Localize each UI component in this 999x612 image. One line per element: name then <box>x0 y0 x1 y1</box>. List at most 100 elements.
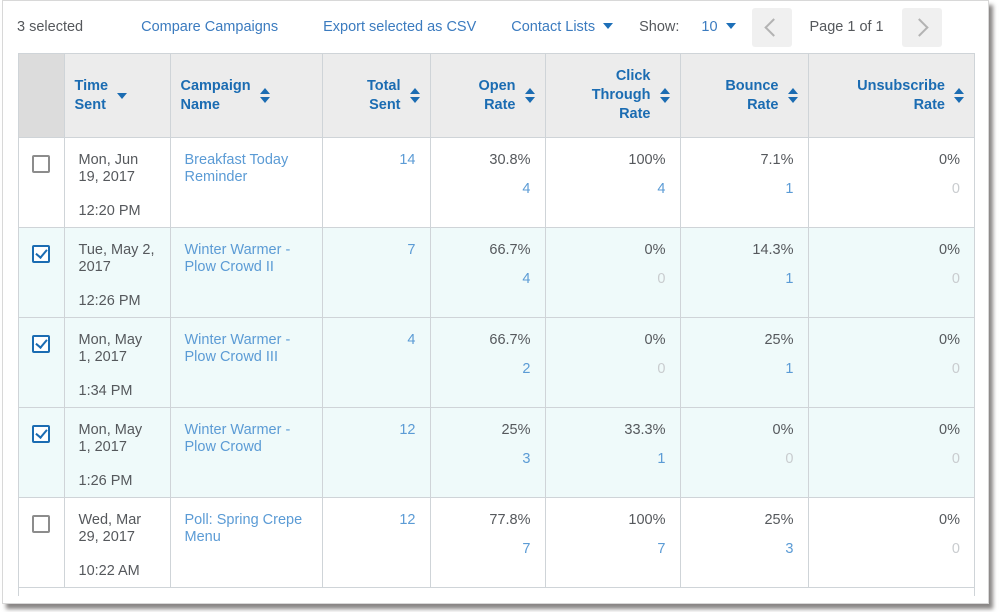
show-label: Show: <box>639 19 680 35</box>
column-label: Open Rate <box>478 77 516 113</box>
row-checkbox[interactable] <box>32 155 51 173</box>
campaign-results-page: 3 selected Compare Campaigns Export sele… <box>0 0 999 612</box>
column-header-open-rate[interactable]: Open Rate <box>430 54 546 138</box>
click-through-rate-count[interactable]: 4 <box>552 181 665 197</box>
column-label: Time Sent <box>74 77 109 113</box>
open-rate-cell: 66.7% 4 <box>430 227 546 318</box>
open-rate-cell: 77.8% 7 <box>430 497 546 588</box>
table-row[interactable]: Wed, Mar 29, 2017 10:22 AM Poll: Spring Cr… <box>19 497 974 588</box>
sort-descending-icon[interactable] <box>117 92 128 99</box>
open-rate-cell: 30.8% 4 <box>430 137 546 228</box>
bounce-rate-percent: 25% <box>764 512 794 528</box>
unsubscribe-rate-count: 0 <box>951 271 960 287</box>
click-through-rate-count[interactable]: 7 <box>552 541 665 557</box>
unsubscribe-rate-percent: 0% <box>939 152 960 168</box>
click-through-rate-count: 0 <box>657 271 666 287</box>
open-rate-count[interactable]: 7 <box>437 541 530 557</box>
contact-lists-dropdown[interactable]: Contact Lists <box>511 19 614 35</box>
campaign-name-cell: Breakfast Today Reminder <box>170 137 323 228</box>
table-body: Mon, Jun 19, 2017 12:20 PM Breakfast Today… <box>19 137 974 588</box>
unsubscribe-rate-cell: 0% 0 <box>808 227 974 318</box>
sent-date: Mon, Jun 19, 2017 <box>78 152 139 185</box>
campaign-name-cell: Winter Warmer - Plow Crowd III <box>170 317 323 408</box>
total-sent-link[interactable]: 14 <box>399 152 415 168</box>
total-sent-cell: 14 <box>322 137 431 228</box>
row-checkbox[interactable] <box>32 425 51 443</box>
time-sent-cell: Mon, May 1, 2017 1:26 PM <box>64 407 171 498</box>
table-row[interactable]: Mon, May 1, 2017 1:26 PM Winter Warmer - P… <box>19 407 974 498</box>
open-rate-count[interactable]: 3 <box>437 451 530 467</box>
campaign-name-link[interactable]: Poll: Spring Crepe Menu <box>185 512 312 546</box>
row-select-cell[interactable] <box>19 407 65 498</box>
page-size-dropdown[interactable]: 10 <box>701 19 736 35</box>
campaign-name-link[interactable]: Winter Warmer - Plow Crowd II <box>185 242 312 276</box>
table-row[interactable]: Mon, May 1, 2017 1:34 PM Winter Warmer - P… <box>19 317 974 408</box>
sort-toggle-icon[interactable] <box>787 88 798 103</box>
sent-time: 1:34 PM <box>78 383 133 399</box>
bounce-rate-cell: 14.3% 1 <box>680 227 809 318</box>
campaign-name-link[interactable]: Winter Warmer - Plow Crowd III <box>185 332 312 366</box>
page-size-value: 10 <box>701 19 718 35</box>
click-through-rate-count[interactable]: 1 <box>552 451 665 467</box>
row-select-cell[interactable] <box>19 497 65 588</box>
row-checkbox[interactable] <box>32 335 51 353</box>
export-csv-link[interactable]: Export selected as CSV <box>323 19 476 35</box>
column-header-campaign-name[interactable]: Campaign Name <box>170 54 323 138</box>
bounce-rate-count[interactable]: 3 <box>687 541 793 557</box>
previous-page-button[interactable] <box>751 7 792 47</box>
total-sent-link[interactable]: 12 <box>399 422 415 438</box>
compare-campaigns-link[interactable]: Compare Campaigns <box>141 19 278 35</box>
campaign-card: 3 selected Compare Campaigns Export sele… <box>2 0 989 604</box>
open-rate-count[interactable]: 4 <box>437 181 530 197</box>
contact-lists-label: Contact Lists <box>511 19 596 35</box>
table-header: Time Sent Campaign Name Total Sent Open … <box>19 54 974 138</box>
sort-toggle-icon[interactable] <box>659 88 670 103</box>
open-rate-count[interactable]: 2 <box>437 361 530 377</box>
open-rate-percent: 66.7% <box>489 332 531 348</box>
click-through-rate-percent: 33.3% <box>624 422 666 438</box>
campaign-name-link[interactable]: Winter Warmer - Plow Crowd <box>185 422 312 456</box>
column-header-bounce-rate[interactable]: Bounce Rate <box>680 54 809 138</box>
sort-toggle-icon[interactable] <box>524 88 535 103</box>
bounce-rate-count[interactable]: 1 <box>687 181 793 197</box>
click-through-rate-cell: 0% 0 <box>545 317 681 408</box>
campaign-results-table: Time Sent Campaign Name Total Sent Open … <box>19 54 974 588</box>
bounce-rate-cell: 0% 0 <box>680 407 809 498</box>
row-checkbox[interactable] <box>32 515 51 533</box>
selected-count-label: 3 selected <box>17 19 84 35</box>
row-select-cell[interactable] <box>19 317 65 408</box>
open-rate-percent: 77.8% <box>489 512 531 528</box>
total-sent-link[interactable]: 7 <box>407 242 415 258</box>
sent-date: Wed, Mar 29, 2017 <box>78 512 142 545</box>
sort-toggle-icon[interactable] <box>409 88 420 103</box>
click-through-rate-cell: 0% 0 <box>545 227 681 318</box>
column-header-click-through-rate[interactable]: Click Through Rate <box>545 54 681 138</box>
sort-toggle-icon[interactable] <box>954 88 964 103</box>
bounce-rate-count[interactable]: 1 <box>687 361 793 377</box>
total-sent-cell: 12 <box>322 407 431 498</box>
total-sent-link[interactable]: 4 <box>407 332 415 348</box>
select-all-header <box>19 54 65 138</box>
unsubscribe-rate-count: 0 <box>951 451 960 467</box>
table-row[interactable]: Tue, May 2, 2017 12:26 PM Winter Warmer - … <box>19 227 974 318</box>
column-header-total-sent[interactable]: Total Sent <box>322 54 431 138</box>
chevron-down-icon <box>725 23 736 29</box>
column-header-time-sent[interactable]: Time Sent <box>64 54 171 138</box>
unsubscribe-rate-cell: 0% 0 <box>808 407 974 498</box>
row-select-cell[interactable] <box>19 227 65 318</box>
total-sent-link[interactable]: 12 <box>399 512 415 528</box>
column-header-unsubscribe-rate[interactable]: Unsubscribe Rate <box>808 54 974 138</box>
next-page-button[interactable] <box>901 7 942 47</box>
sort-toggle-icon[interactable] <box>259 88 270 103</box>
open-rate-cell: 66.7% 2 <box>430 317 546 408</box>
campaign-name-link[interactable]: Breakfast Today Reminder <box>185 152 312 186</box>
total-sent-cell: 7 <box>322 227 431 318</box>
bounce-rate-count[interactable]: 1 <box>687 271 793 287</box>
table-row[interactable]: Mon, Jun 19, 2017 12:20 PM Breakfast Today… <box>19 137 974 228</box>
chevron-right-icon <box>910 17 929 37</box>
page-indicator: Page 1 of 1 <box>809 19 884 35</box>
column-label: Bounce Rate <box>725 77 779 113</box>
open-rate-count[interactable]: 4 <box>437 271 530 287</box>
row-select-cell[interactable] <box>19 137 65 228</box>
row-checkbox[interactable] <box>32 245 51 263</box>
